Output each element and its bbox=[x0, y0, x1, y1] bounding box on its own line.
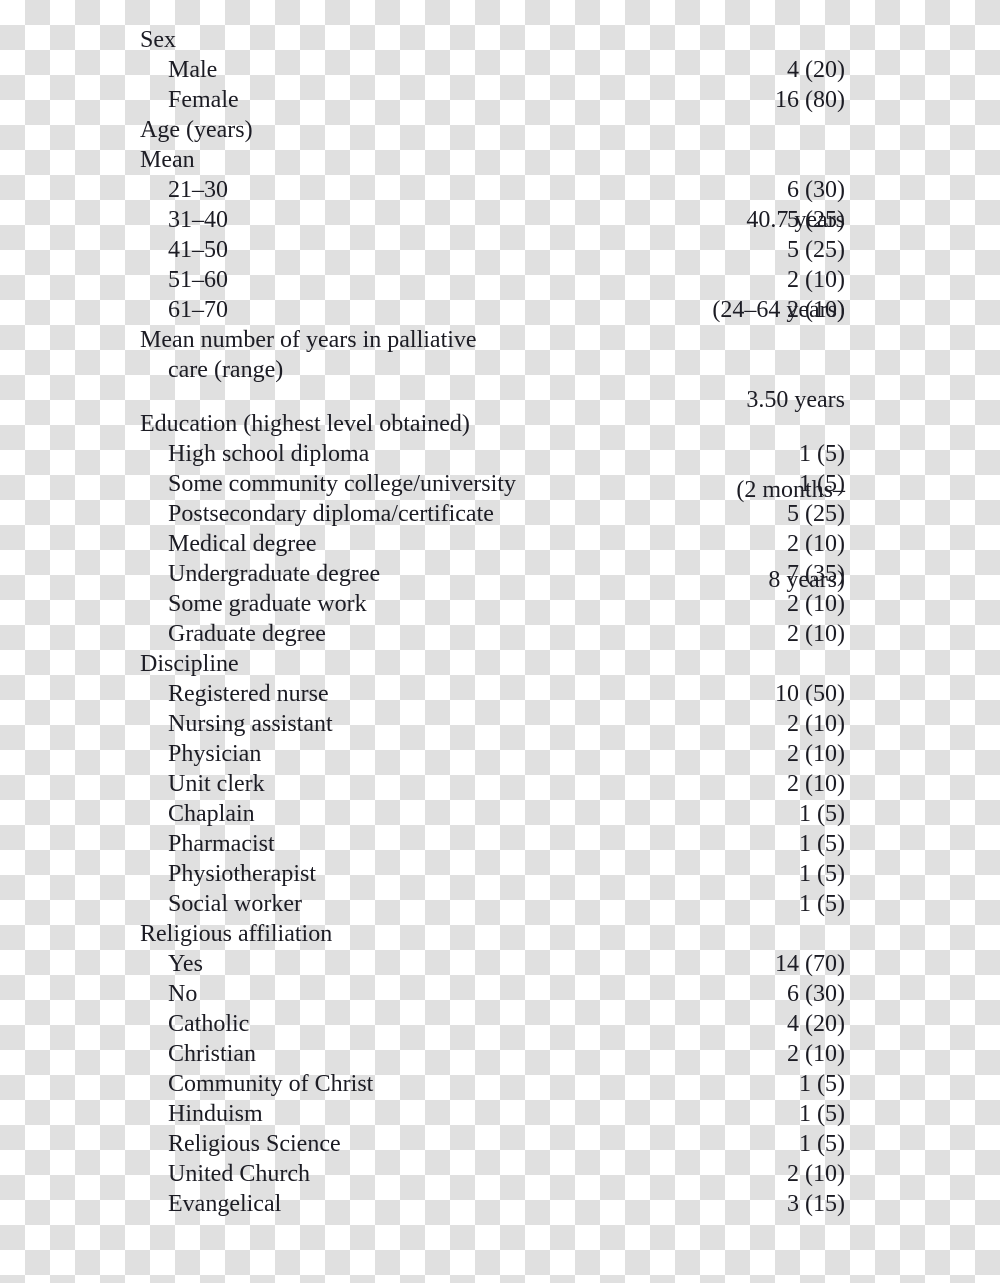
table-row: High school diploma 1 (5) bbox=[140, 439, 845, 469]
row-value-medical-degree: 2 (10) bbox=[787, 531, 845, 557]
table-row: Pharmacist 1 (5) bbox=[140, 829, 845, 859]
table-row: Registered nurse 10 (50) bbox=[140, 679, 845, 709]
row-value-religious-no: 6 (30) bbox=[787, 981, 845, 1007]
table-row: Catholic 4 (20) bbox=[140, 1009, 845, 1039]
row-value-high-school-diploma: 1 (5) bbox=[799, 441, 845, 467]
row-value-religious-yes: 14 (70) bbox=[775, 951, 845, 977]
section-heading-religious-affiliation: Religious affiliation bbox=[140, 919, 845, 949]
table-row: Physiotherapist 1 (5) bbox=[140, 859, 845, 889]
table-row: Physician 2 (10) bbox=[140, 739, 845, 769]
table-row: Religious Science 1 (5) bbox=[140, 1129, 845, 1159]
row-value-physiotherapist: 1 (5) bbox=[799, 861, 845, 887]
table-row: Chaplain 1 (5) bbox=[140, 799, 845, 829]
table-row: 31–40 5 (25) bbox=[140, 205, 845, 235]
row-value-some-graduate-work: 2 (10) bbox=[787, 591, 845, 617]
table-row: Unit clerk 2 (10) bbox=[140, 769, 845, 799]
table-row: Postsecondary diploma/certificate 5 (25) bbox=[140, 499, 845, 529]
section-heading-label: Sex bbox=[140, 27, 176, 53]
row-value-undergraduate-degree: 7 (35) bbox=[787, 561, 845, 587]
section-heading-sex: Sex bbox=[140, 25, 845, 55]
table-row: Male 4 (20) bbox=[140, 55, 845, 85]
section-heading-discipline: Discipline bbox=[140, 649, 845, 679]
section-heading-mean-years-palliative-care: Mean number of years in palliative care … bbox=[140, 325, 845, 593]
row-value-graduate-degree: 2 (10) bbox=[787, 621, 845, 647]
row-value-evangelical: 3 (15) bbox=[787, 1191, 845, 1217]
table-row: Community of Christ 1 (5) bbox=[140, 1069, 845, 1099]
row-value-female: 16 (80) bbox=[775, 87, 845, 113]
row-value-age-61-70: 2 (10) bbox=[787, 297, 845, 323]
table-row: Nursing assistant 2 (10) bbox=[140, 709, 845, 739]
row-value-catholic: 4 (20) bbox=[787, 1011, 845, 1037]
section-heading-label: Discipline bbox=[140, 651, 239, 677]
section-heading-age-years: Age (years) bbox=[140, 115, 845, 145]
demographics-table: Sex Male 4 (20) Female 16 (80) Age (year… bbox=[0, 0, 1000, 1283]
row-value-social-worker: 1 (5) bbox=[799, 891, 845, 917]
table-row: 61–70 2 (10) bbox=[140, 295, 845, 325]
table-row: 21–30 6 (30) bbox=[140, 175, 845, 205]
row-value-age-21-30: 6 (30) bbox=[787, 177, 845, 203]
row-value-male: 4 (20) bbox=[787, 57, 845, 83]
table-row: No 6 (30) bbox=[140, 979, 845, 1009]
table-row: Yes 14 (70) bbox=[140, 949, 845, 979]
table-row: Evangelical 3 (15) bbox=[140, 1189, 845, 1219]
row-value-community-of-christ: 1 (5) bbox=[799, 1071, 845, 1097]
row-value-postsecondary-diploma-certificate: 5 (25) bbox=[787, 501, 845, 527]
table-row: 41–50 5 (25) bbox=[140, 235, 845, 265]
table-row: 51–60 2 (10) bbox=[140, 265, 845, 295]
section-heading-age-mean: Mean 40.7 years (24–64 years) bbox=[140, 145, 845, 323]
table-row: Some community college/university 1 (5) bbox=[140, 469, 845, 499]
table-row: Undergraduate degree 7 (35) bbox=[140, 559, 845, 589]
row-value-religious-science: 1 (5) bbox=[799, 1131, 845, 1157]
row-value-registered-nurse: 10 (50) bbox=[775, 681, 845, 707]
section-heading-label: Education (highest level obtained) bbox=[140, 411, 470, 437]
table-row: Some graduate work 2 (10) bbox=[140, 589, 845, 619]
row-value-chaplain: 1 (5) bbox=[799, 801, 845, 827]
row-value-unit-clerk: 2 (10) bbox=[787, 771, 845, 797]
section-heading-label: Religious affiliation bbox=[140, 921, 333, 947]
row-value-some-community-college-university: 1 (5) bbox=[799, 471, 845, 497]
row-value-hinduism: 1 (5) bbox=[799, 1101, 845, 1127]
row-value-age-31-40: 5 (25) bbox=[787, 207, 845, 233]
row-value-physician: 2 (10) bbox=[787, 741, 845, 767]
section-heading-education: Education (highest level obtained) bbox=[140, 409, 845, 439]
table-row: Female 16 (80) bbox=[140, 85, 845, 115]
row-value-pharmacist: 1 (5) bbox=[799, 831, 845, 857]
row-value-age-51-60: 2 (10) bbox=[787, 267, 845, 293]
row-value-christian: 2 (10) bbox=[787, 1041, 845, 1067]
table-row: United Church 2 (10) bbox=[140, 1159, 845, 1189]
table-row: Christian 2 (10) bbox=[140, 1039, 845, 1069]
section-heading-label: Age (years) bbox=[140, 117, 253, 143]
row-value-united-church: 2 (10) bbox=[787, 1161, 845, 1187]
row-value-age-41-50: 5 (25) bbox=[787, 237, 845, 263]
table-row: Graduate degree 2 (10) bbox=[140, 619, 845, 649]
table-row: Social worker 1 (5) bbox=[140, 889, 845, 919]
table-row: Hinduism 1 (5) bbox=[140, 1099, 845, 1129]
row-value-nursing-assistant: 2 (10) bbox=[787, 711, 845, 737]
table-row: Medical degree 2 (10) bbox=[140, 529, 845, 559]
table-body: Sex Male 4 (20) Female 16 (80) Age (year… bbox=[140, 25, 845, 1219]
